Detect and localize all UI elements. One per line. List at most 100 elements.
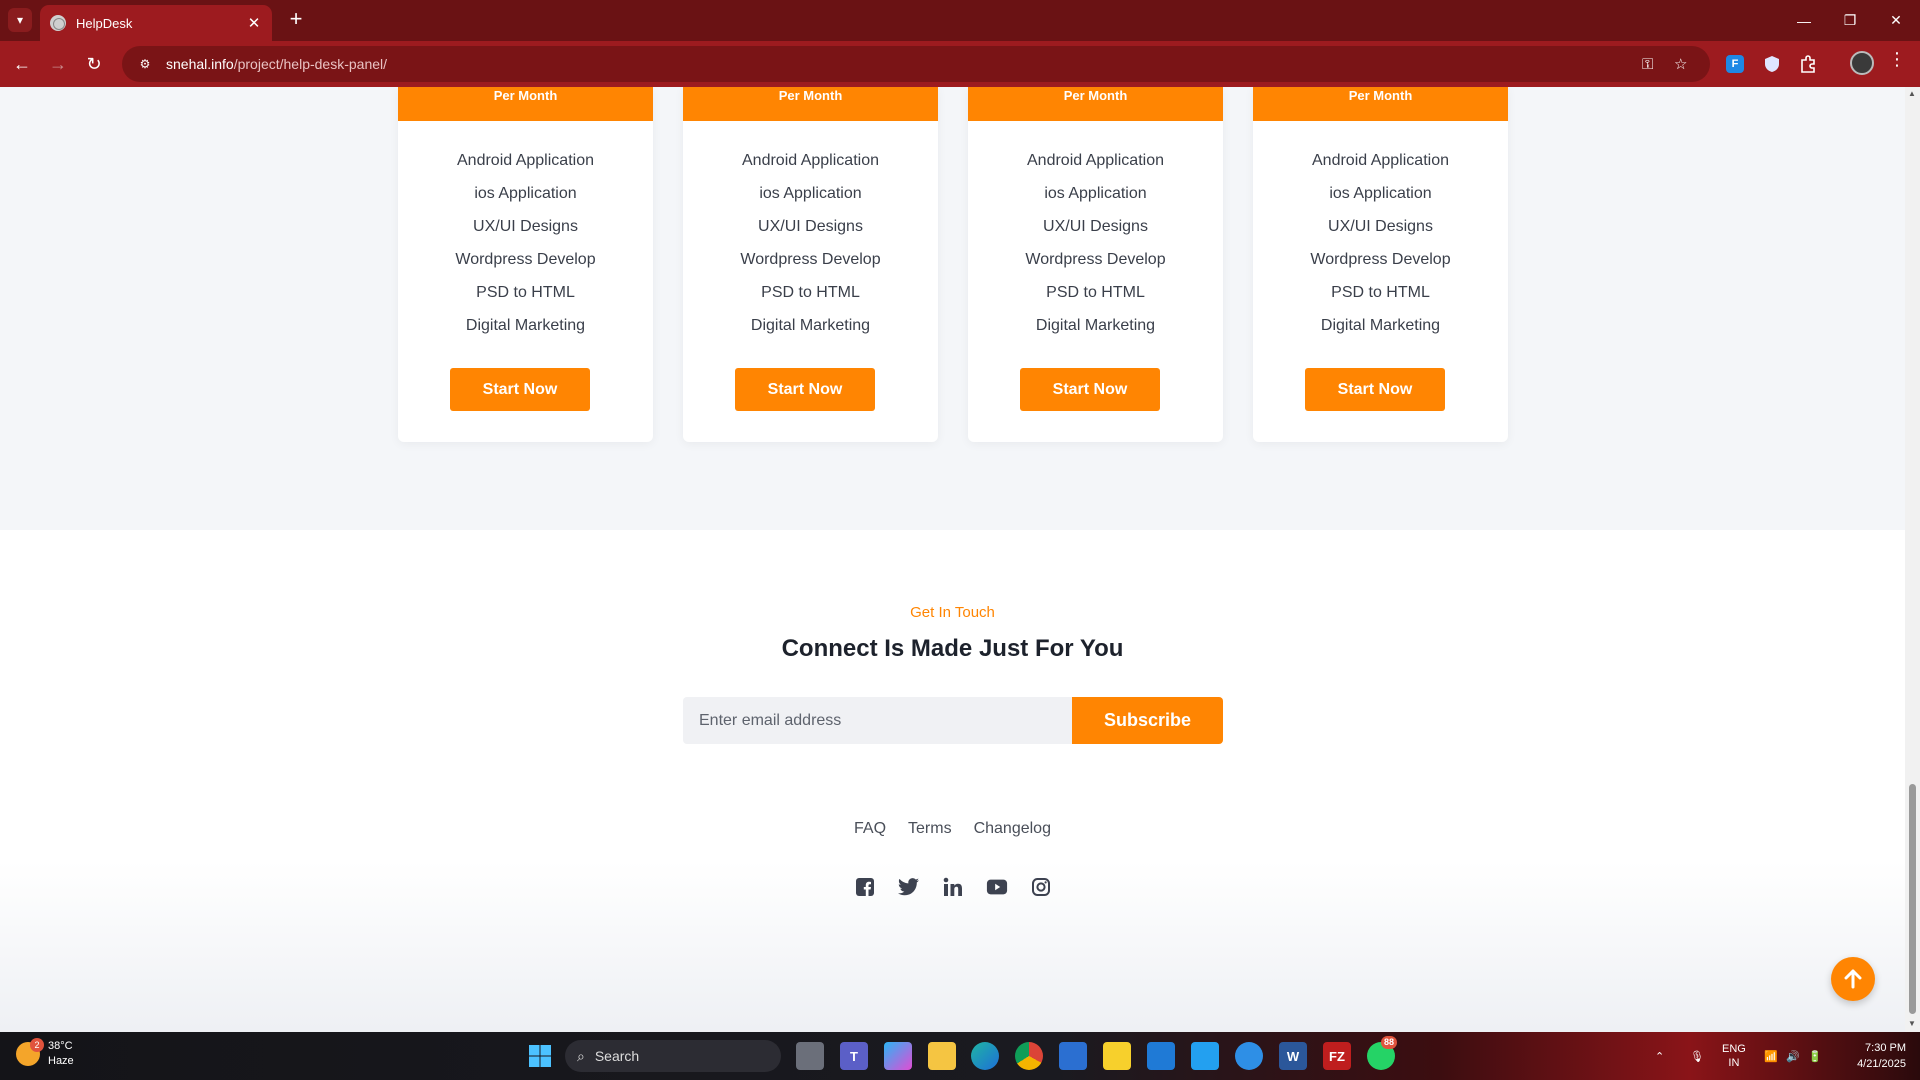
restore-button[interactable]: ❐ bbox=[1827, 0, 1873, 41]
address-bar[interactable]: ⚙ snehal.info/project/help-desk-panel/ ⚿… bbox=[122, 46, 1710, 82]
task-view-icon[interactable] bbox=[796, 1042, 824, 1070]
volume-icon[interactable]: 🔊 bbox=[1786, 1032, 1800, 1080]
scrollbar-thumb[interactable] bbox=[1909, 784, 1916, 1014]
youtube-icon[interactable] bbox=[986, 876, 1008, 898]
windows-start-icon[interactable] bbox=[526, 1042, 554, 1070]
teams-icon[interactable]: T bbox=[840, 1042, 868, 1070]
start-now-button[interactable]: Start Now bbox=[735, 368, 875, 411]
email-input[interactable] bbox=[683, 697, 1072, 744]
lang-line2: IN bbox=[1728, 1057, 1740, 1069]
feature-item: Android Application bbox=[1312, 152, 1449, 169]
contact-section: Get In Touch Connect Is Made Just For Yo… bbox=[0, 530, 1905, 1032]
feature-list: Android Application ios Application UX/U… bbox=[968, 151, 1223, 349]
extension-f-icon[interactable]: F bbox=[1726, 55, 1744, 73]
minimize-button[interactable]: — bbox=[1781, 0, 1827, 41]
taskbar-search[interactable]: ⌕ Search bbox=[565, 1040, 781, 1072]
language-indicator[interactable]: ENG IN bbox=[1722, 1032, 1746, 1080]
pricing-card: Per Month Android Application ios Applic… bbox=[398, 87, 653, 442]
url-path: /project/help-desk-panel/ bbox=[233, 56, 388, 72]
battery-icon[interactable]: 🔋 bbox=[1808, 1032, 1822, 1080]
feature-item: Wordpress Develop bbox=[740, 251, 881, 268]
pricing-card-period: Per Month bbox=[1253, 87, 1508, 121]
wifi-icon[interactable]: 📶 bbox=[1764, 1032, 1778, 1080]
tab-close-icon[interactable]: ✕ bbox=[246, 14, 262, 32]
word-icon[interactable]: W bbox=[1279, 1042, 1307, 1070]
url-host: snehal.info bbox=[166, 56, 234, 72]
shield-extension-icon[interactable] bbox=[1760, 52, 1784, 76]
feature-item: ios Application bbox=[474, 185, 577, 202]
extensions-puzzle-icon[interactable] bbox=[1796, 52, 1820, 76]
tray-overflow-icon[interactable]: ⌃ bbox=[1655, 1032, 1664, 1080]
profile-avatar[interactable] bbox=[1850, 51, 1874, 75]
scroll-down-icon[interactable]: ▼ bbox=[1908, 1019, 1916, 1028]
feature-item: ios Application bbox=[1044, 185, 1147, 202]
pricing-card: Per Month Android Application ios Applic… bbox=[683, 87, 938, 442]
feature-item: Wordpress Develop bbox=[455, 251, 596, 268]
start-now-button[interactable]: Start Now bbox=[450, 368, 590, 411]
copilot-icon[interactable] bbox=[884, 1042, 912, 1070]
site-info-icon[interactable]: ⚙ bbox=[134, 53, 156, 75]
store-icon[interactable] bbox=[1059, 1042, 1087, 1070]
pricing-card-period: Per Month bbox=[398, 87, 653, 121]
chrome-icon[interactable] bbox=[1015, 1042, 1043, 1070]
tab-search-button[interactable]: ▾ bbox=[8, 8, 32, 32]
close-window-button[interactable]: ✕ bbox=[1873, 0, 1919, 41]
password-key-icon[interactable]: ⚿ bbox=[1642, 46, 1653, 82]
sticky-notes-icon[interactable] bbox=[1103, 1042, 1131, 1070]
start-now-button[interactable]: Start Now bbox=[1305, 368, 1445, 411]
pricing-card-period: Per Month bbox=[683, 87, 938, 121]
feature-item: Wordpress Develop bbox=[1310, 251, 1451, 268]
page-viewport: Per Month Android Application ios Applic… bbox=[0, 87, 1905, 1032]
browser-menu-icon[interactable]: ⋮ bbox=[1888, 49, 1906, 70]
instagram-icon[interactable] bbox=[1030, 876, 1052, 898]
scroll-up-icon[interactable]: ▲ bbox=[1908, 89, 1916, 98]
feature-item: UX/UI Designs bbox=[758, 218, 863, 235]
arrow-up-icon bbox=[1844, 969, 1862, 989]
docker-icon[interactable] bbox=[1235, 1042, 1263, 1070]
facebook-icon[interactable] bbox=[854, 876, 876, 898]
reload-button[interactable]: ↻ bbox=[80, 50, 108, 78]
forward-button[interactable]: → bbox=[44, 50, 72, 78]
feature-item: UX/UI Designs bbox=[1043, 218, 1148, 235]
feature-item: PSD to HTML bbox=[1331, 284, 1430, 301]
taskbar-search-label: Search bbox=[594, 1048, 640, 1064]
back-button[interactable]: ← bbox=[8, 50, 36, 78]
feature-item: Android Application bbox=[742, 152, 879, 169]
feature-item: PSD to HTML bbox=[1046, 284, 1145, 301]
edge-icon[interactable] bbox=[971, 1042, 999, 1070]
whatsapp-icon[interactable]: 88 bbox=[1367, 1036, 1398, 1070]
back-to-top-button[interactable] bbox=[1831, 957, 1875, 1001]
windows-taskbar: 2 38°C Haze ⌕ Search T W FZ 88 ⌃ 🎙 ENG I… bbox=[0, 1032, 1920, 1080]
taskbar-clock[interactable]: 7:30 PM 4/21/2025 bbox=[1842, 1040, 1906, 1072]
footer-link-faq[interactable]: FAQ bbox=[854, 820, 886, 838]
section-heading: Connect Is Made Just For You bbox=[781, 635, 1124, 662]
footer-link-changelog[interactable]: Changelog bbox=[974, 820, 1051, 838]
tab-helpdesk[interactable]: HelpDesk ✕ bbox=[40, 5, 272, 41]
subscribe-button[interactable]: Subscribe bbox=[1072, 697, 1223, 744]
feature-item: UX/UI Designs bbox=[1328, 218, 1433, 235]
page-scrollbar[interactable]: ▲ ▼ bbox=[1905, 87, 1920, 1032]
footer-link-terms[interactable]: Terms bbox=[908, 820, 952, 838]
photos-icon[interactable] bbox=[1147, 1042, 1175, 1070]
search-icon: ⌕ bbox=[577, 1047, 585, 1064]
feature-item: ios Application bbox=[759, 185, 862, 202]
bookmark-star-icon[interactable]: ☆ bbox=[1674, 46, 1687, 82]
twitter-icon[interactable] bbox=[897, 876, 920, 898]
microphone-icon[interactable]: 🎙 bbox=[1690, 1032, 1704, 1080]
weather-sun-icon: 2 bbox=[16, 1038, 44, 1066]
feature-item: ios Application bbox=[1329, 185, 1432, 202]
vscode-icon[interactable] bbox=[1191, 1042, 1219, 1070]
browser-toolbar: ← → ↻ ⚙ snehal.info/project/help-desk-pa… bbox=[0, 41, 1920, 87]
file-explorer-icon[interactable] bbox=[928, 1042, 956, 1070]
subscribe-form: Subscribe bbox=[683, 697, 1223, 744]
start-now-button[interactable]: Start Now bbox=[1020, 368, 1160, 411]
linkedin-icon[interactable] bbox=[942, 876, 964, 898]
feature-item: PSD to HTML bbox=[761, 284, 860, 301]
filezilla-icon[interactable]: FZ bbox=[1323, 1042, 1351, 1070]
new-tab-button[interactable]: + bbox=[284, 6, 308, 31]
pricing-card-period: Per Month bbox=[968, 87, 1223, 121]
weather-temp: 38°C bbox=[48, 1040, 73, 1052]
pricing-card: Per Month Android Application ios Applic… bbox=[1253, 87, 1508, 442]
clock-date: 4/21/2025 bbox=[1857, 1058, 1906, 1070]
weather-widget[interactable]: 2 38°C Haze bbox=[16, 1038, 74, 1069]
